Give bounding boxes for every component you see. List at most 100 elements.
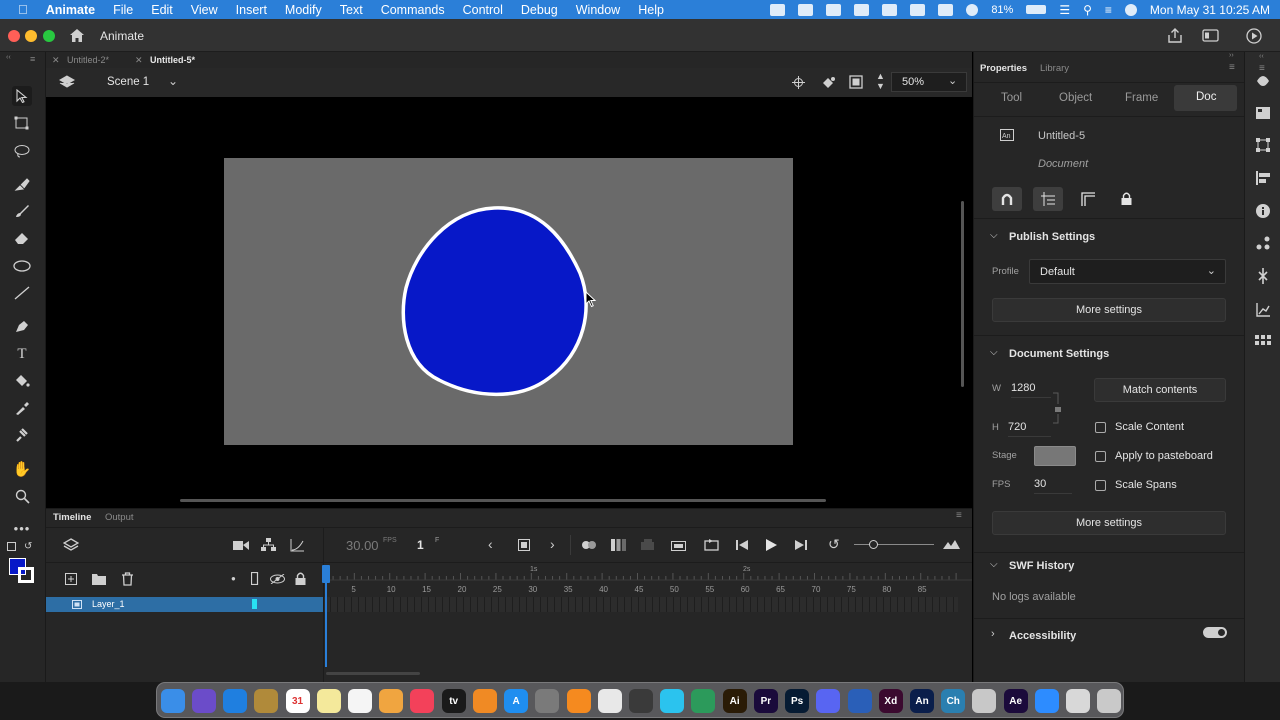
step-back-icon[interactable] bbox=[736, 540, 749, 550]
remote-icon[interactable] bbox=[629, 689, 653, 713]
document-tab-active[interactable]: Untitled-5* bbox=[150, 52, 195, 68]
collapse-chevron-icon[interactable]: ⌵ bbox=[990, 347, 998, 358]
step-forward-icon[interactable] bbox=[795, 540, 808, 550]
notes-icon[interactable] bbox=[254, 689, 279, 713]
lock-icon[interactable] bbox=[1121, 192, 1132, 205]
hand-tool-icon[interactable]: ✋ bbox=[12, 459, 32, 479]
calendar-icon[interactable]: 31 bbox=[285, 689, 310, 713]
tab-timeline[interactable]: Timeline bbox=[53, 512, 91, 523]
bookmark-status-icon[interactable] bbox=[854, 3, 870, 16]
wifi-icon[interactable]: ☰ bbox=[1059, 3, 1070, 17]
siri-icon[interactable] bbox=[1124, 3, 1137, 16]
photoshop-icon[interactable]: Ps bbox=[785, 689, 810, 713]
playhead-handle[interactable] bbox=[322, 565, 330, 583]
lock-layers-icon[interactable] bbox=[295, 572, 306, 585]
discord-icon[interactable] bbox=[816, 689, 841, 713]
tab-close-icon[interactable]: ✕ bbox=[52, 52, 60, 68]
tab-object[interactable]: Object bbox=[1059, 92, 1092, 104]
paint-brush-tool-icon[interactable] bbox=[12, 174, 32, 194]
menu-help[interactable]: Help bbox=[638, 3, 664, 17]
scene-name[interactable]: Scene 1 bbox=[107, 76, 149, 88]
scale-spans-checkbox[interactable] bbox=[1095, 480, 1106, 491]
collapse-chevron-icon[interactable]: ⌵ bbox=[990, 230, 998, 241]
collapse-chevron-icon[interactable]: ⌵ bbox=[990, 559, 998, 570]
document-tab[interactable]: Untitled-2* bbox=[67, 52, 109, 68]
motion-presets-icon[interactable] bbox=[1256, 236, 1270, 250]
tools-icon[interactable] bbox=[972, 689, 997, 713]
tab-library[interactable]: Library bbox=[1040, 63, 1069, 74]
airplane-status-icon[interactable] bbox=[910, 3, 926, 16]
link-dimensions-icon[interactable] bbox=[1053, 392, 1065, 424]
rotate-stage-icon[interactable] bbox=[820, 75, 836, 90]
lasso-tool-icon[interactable] bbox=[12, 141, 32, 161]
scene-dropdown-icon[interactable]: ⌄ bbox=[168, 74, 178, 88]
search-icon[interactable]: ⚲ bbox=[1083, 3, 1092, 17]
eraser-tool-icon[interactable] bbox=[12, 228, 32, 248]
character-icon[interactable]: Ch bbox=[941, 689, 966, 713]
accessibility-title[interactable]: Accessibility bbox=[1009, 630, 1076, 642]
hide-layers-icon[interactable] bbox=[270, 574, 285, 584]
blue-blob-shape[interactable] bbox=[224, 158, 793, 445]
tab-doc-active[interactable]: Doc bbox=[1174, 85, 1237, 111]
tab-tool[interactable]: Tool bbox=[1001, 92, 1022, 104]
align-panel-icon[interactable] bbox=[1256, 171, 1270, 185]
loop-playback-icon[interactable] bbox=[704, 539, 719, 551]
layer-color-chip[interactable] bbox=[252, 599, 257, 609]
menu-window[interactable]: Window bbox=[576, 3, 620, 17]
stroke-color-square[interactable] bbox=[18, 567, 34, 583]
play-status-icon[interactable] bbox=[966, 3, 979, 16]
camera-icon[interactable] bbox=[233, 540, 249, 551]
sync-status-icon[interactable] bbox=[826, 3, 842, 16]
panel-menu-icon[interactable]: ≡ bbox=[30, 54, 35, 64]
swatches-icon[interactable] bbox=[1255, 335, 1271, 349]
edit-scene-icon[interactable] bbox=[59, 75, 75, 89]
next-keyframe-icon[interactable]: › bbox=[550, 536, 555, 552]
safari-icon[interactable] bbox=[223, 689, 248, 713]
panel-collapse-icon[interactable]: ‹‹ bbox=[6, 54, 11, 61]
new-folder-icon[interactable] bbox=[92, 573, 106, 585]
insert-keyframe-icon[interactable] bbox=[518, 539, 530, 551]
filmora-icon[interactable] bbox=[660, 689, 685, 713]
menu-edit[interactable]: Edit bbox=[151, 3, 173, 17]
highlight-layers-icon[interactable]: ● bbox=[231, 574, 236, 583]
align-button[interactable] bbox=[1033, 187, 1063, 211]
swap-colors-icon[interactable]: ↺ bbox=[24, 541, 32, 552]
chrome-icon[interactable] bbox=[597, 689, 622, 713]
layer-parenting-icon[interactable] bbox=[261, 538, 276, 552]
expand-chevron-icon[interactable]: › bbox=[991, 628, 995, 640]
brush-tool-icon[interactable] bbox=[12, 201, 32, 221]
tools-status-icon[interactable] bbox=[882, 3, 898, 16]
reminders-icon[interactable] bbox=[347, 689, 372, 713]
assets-icon[interactable] bbox=[1255, 74, 1271, 88]
text-tool-icon[interactable]: T bbox=[12, 344, 32, 364]
illustrator-icon[interactable]: Ai bbox=[722, 689, 747, 713]
tab-frame[interactable]: Frame bbox=[1125, 92, 1158, 104]
delete-layer-icon[interactable] bbox=[121, 572, 134, 586]
menu-text[interactable]: Text bbox=[340, 3, 363, 17]
appletv-icon[interactable]: tv bbox=[441, 689, 466, 713]
battery-icon[interactable] bbox=[1026, 5, 1047, 14]
center-stage-icon[interactable] bbox=[792, 76, 805, 89]
scale-to-fit-icon[interactable] bbox=[943, 539, 960, 550]
test-movie-mode-icon[interactable] bbox=[1202, 29, 1219, 42]
vlc-status-icon[interactable] bbox=[798, 3, 814, 16]
outline-layers-icon[interactable] bbox=[251, 572, 259, 585]
system-prefs-icon[interactable] bbox=[535, 689, 560, 713]
zoom-icon[interactable] bbox=[1034, 689, 1059, 713]
maximize-window-button[interactable] bbox=[43, 30, 55, 42]
after-effects-icon[interactable]: Ae bbox=[1003, 689, 1028, 713]
preview-icon[interactable] bbox=[1066, 689, 1091, 713]
stage[interactable] bbox=[224, 158, 793, 445]
guides-icon[interactable] bbox=[1081, 192, 1095, 206]
cloud-status-icon[interactable] bbox=[938, 3, 954, 16]
layer-row[interactable]: Layer_1 bbox=[46, 597, 323, 612]
menu-insert[interactable]: Insert bbox=[236, 3, 267, 17]
clock[interactable]: Mon May 31 10:25 AM bbox=[1150, 3, 1270, 17]
appstore-icon[interactable]: A bbox=[504, 689, 529, 713]
eyedropper-tool-icon[interactable] bbox=[12, 398, 32, 418]
animate-icon[interactable]: An bbox=[910, 689, 935, 713]
tab-output[interactable]: Output bbox=[105, 512, 134, 523]
free-transform-tool-icon[interactable] bbox=[12, 113, 32, 133]
panel-menu-icon[interactable]: ≡ bbox=[1259, 63, 1265, 74]
more-tools-icon[interactable]: ••• bbox=[12, 518, 32, 538]
